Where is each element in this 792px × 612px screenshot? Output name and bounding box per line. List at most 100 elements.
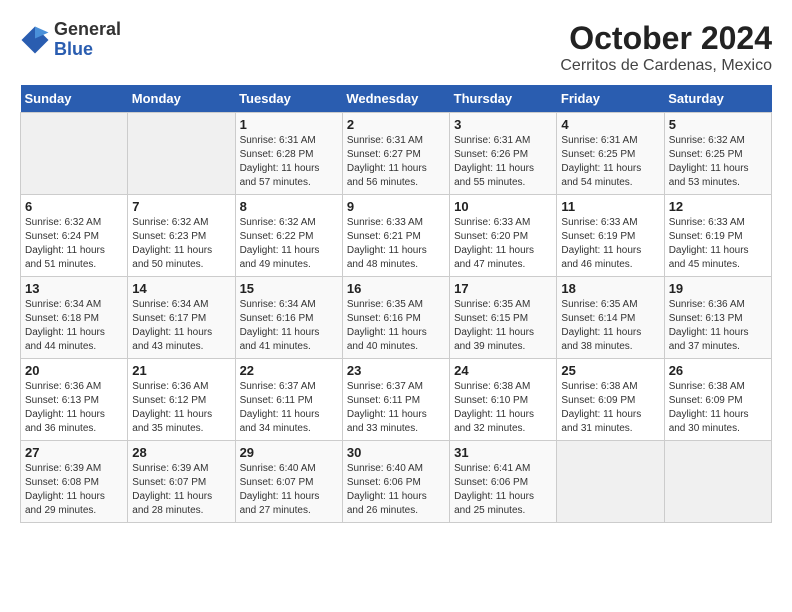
day-info: Sunrise: 6:40 AMSunset: 6:07 PMDaylight:… [240, 462, 338, 518]
calendar-cell: 24 Sunrise: 6:38 AMSunset: 6:10 PMDayligh… [450, 359, 557, 441]
day-info: Sunrise: 6:39 AMSunset: 6:08 PMDaylight:… [25, 462, 123, 518]
day-number: 10 [454, 199, 552, 214]
calendar-cell: 11Sunrise: 6:33 AMSunset: 6:19 PMDayligh… [557, 195, 664, 277]
day-info: Sunrise: 6:35 AMSunset: 6:15 PMDaylight:… [454, 298, 552, 354]
calendar-week-row: 1 Sunrise: 6:31 AMSunset: 6:28 PMDaylight… [21, 113, 772, 195]
day-info: Sunrise: 6:34 AMSunset: 6:16 PMDaylight:… [240, 298, 338, 354]
calendar-cell: 6Sunrise: 6:32 AMSunset: 6:24 PMDaylight… [21, 195, 128, 277]
day-number: 23 [347, 363, 445, 378]
day-info: Sunrise: 6:32 AMSunset: 6:25 PMDaylight:… [669, 134, 767, 190]
page-title: October 2024 [560, 20, 772, 57]
weekday-header: Friday [557, 85, 664, 113]
weekday-header: Sunday [21, 85, 128, 113]
calendar-cell: 13 Sunrise: 6:34 AMSunset: 6:18 PMDayligh… [21, 277, 128, 359]
day-number: 16 [347, 281, 445, 296]
day-number: 3 [454, 117, 552, 132]
day-info: Sunrise: 6:35 AMSunset: 6:14 PMDaylight:… [561, 298, 659, 354]
day-number: 12 [669, 199, 767, 214]
calendar-cell: 8 Sunrise: 6:32 AMSunset: 6:22 PMDaylight… [235, 195, 342, 277]
day-info: Sunrise: 6:36 AMSunset: 6:13 PMDaylight:… [25, 380, 123, 436]
calendar-cell [557, 441, 664, 523]
day-info: Sunrise: 6:37 AMSunset: 6:11 PMDaylight:… [240, 380, 338, 436]
day-info: Sunrise: 6:31 AMSunset: 6:25 PMDaylight:… [561, 134, 659, 190]
day-number: 7 [132, 199, 230, 214]
day-info: Sunrise: 6:40 AMSunset: 6:06 PMDaylight:… [347, 462, 445, 518]
day-info: Sunrise: 6:33 AMSunset: 6:20 PMDaylight:… [454, 216, 552, 272]
day-number: 30 [347, 445, 445, 460]
day-info: Sunrise: 6:31 AMSunset: 6:26 PMDaylight:… [454, 134, 552, 190]
day-info: Sunrise: 6:34 AMSunset: 6:17 PMDaylight:… [132, 298, 230, 354]
calendar-week-row: 27 Sunrise: 6:39 AMSunset: 6:08 PMDayligh… [21, 441, 772, 523]
weekday-header: Tuesday [235, 85, 342, 113]
logo: General Blue [20, 20, 121, 60]
calendar-table: SundayMondayTuesdayWednesdayThursdayFrid… [20, 85, 772, 523]
day-number: 24 [454, 363, 552, 378]
calendar-cell: 28Sunrise: 6:39 AMSunset: 6:07 PMDayligh… [128, 441, 235, 523]
calendar-cell: 25 Sunrise: 6:38 AMSunset: 6:09 PMDayligh… [557, 359, 664, 441]
day-info: Sunrise: 6:38 AMSunset: 6:10 PMDaylight:… [454, 380, 552, 436]
calendar-cell: 15 Sunrise: 6:34 AMSunset: 6:16 PMDayligh… [235, 277, 342, 359]
calendar-cell: 2Sunrise: 6:31 AMSunset: 6:27 PMDaylight… [342, 113, 449, 195]
logo-icon [20, 25, 50, 55]
calendar-cell: 20 Sunrise: 6:36 AMSunset: 6:13 PMDayligh… [21, 359, 128, 441]
day-number: 25 [561, 363, 659, 378]
logo-line1: General [54, 20, 121, 40]
day-info: Sunrise: 6:33 AMSunset: 6:21 PMDaylight:… [347, 216, 445, 272]
day-number: 15 [240, 281, 338, 296]
calendar-cell: 21Sunrise: 6:36 AMSunset: 6:12 PMDayligh… [128, 359, 235, 441]
day-number: 2 [347, 117, 445, 132]
calendar-cell: 23 Sunrise: 6:37 AMSunset: 6:11 PMDayligh… [342, 359, 449, 441]
day-info: Sunrise: 6:37 AMSunset: 6:11 PMDaylight:… [347, 380, 445, 436]
day-info: Sunrise: 6:33 AMSunset: 6:19 PMDaylight:… [669, 216, 767, 272]
day-number: 8 [240, 199, 338, 214]
day-number: 31 [454, 445, 552, 460]
day-number: 14 [132, 281, 230, 296]
calendar-cell: 19Sunrise: 6:36 AMSunset: 6:13 PMDayligh… [664, 277, 771, 359]
calendar-cell: 9 Sunrise: 6:33 AMSunset: 6:21 PMDaylight… [342, 195, 449, 277]
calendar-cell: 16 Sunrise: 6:35 AMSunset: 6:16 PMDayligh… [342, 277, 449, 359]
calendar-cell: 17 Sunrise: 6:35 AMSunset: 6:15 PMDayligh… [450, 277, 557, 359]
day-number: 20 [25, 363, 123, 378]
calendar-cell: 5 Sunrise: 6:32 AMSunset: 6:25 PMDaylight… [664, 113, 771, 195]
day-info: Sunrise: 6:31 AMSunset: 6:28 PMDaylight:… [240, 134, 338, 190]
calendar-week-row: 6Sunrise: 6:32 AMSunset: 6:24 PMDaylight… [21, 195, 772, 277]
calendar-cell: 22 Sunrise: 6:37 AMSunset: 6:11 PMDayligh… [235, 359, 342, 441]
day-info: Sunrise: 6:35 AMSunset: 6:16 PMDaylight:… [347, 298, 445, 354]
day-number: 18 [561, 281, 659, 296]
calendar-cell: 18 Sunrise: 6:35 AMSunset: 6:14 PMDayligh… [557, 277, 664, 359]
day-number: 17 [454, 281, 552, 296]
logo-line2: Blue [54, 40, 121, 60]
day-number: 1 [240, 117, 338, 132]
page-subtitle: Cerritos de Cardenas, Mexico [560, 57, 772, 75]
day-number: 5 [669, 117, 767, 132]
day-number: 21 [132, 363, 230, 378]
calendar-cell: 3 Sunrise: 6:31 AMSunset: 6:26 PMDaylight… [450, 113, 557, 195]
calendar-cell: 14 Sunrise: 6:34 AMSunset: 6:17 PMDayligh… [128, 277, 235, 359]
calendar-cell: 10 Sunrise: 6:33 AMSunset: 6:20 PMDayligh… [450, 195, 557, 277]
calendar-cell: 29Sunrise: 6:40 AMSunset: 6:07 PMDayligh… [235, 441, 342, 523]
day-number: 9 [347, 199, 445, 214]
day-info: Sunrise: 6:38 AMSunset: 6:09 PMDaylight:… [669, 380, 767, 436]
calendar-cell: 27 Sunrise: 6:39 AMSunset: 6:08 PMDayligh… [21, 441, 128, 523]
day-info: Sunrise: 6:32 AMSunset: 6:22 PMDaylight:… [240, 216, 338, 272]
day-number: 13 [25, 281, 123, 296]
calendar-cell [664, 441, 771, 523]
calendar-cell: 4 Sunrise: 6:31 AMSunset: 6:25 PMDaylight… [557, 113, 664, 195]
day-info: Sunrise: 6:38 AMSunset: 6:09 PMDaylight:… [561, 380, 659, 436]
calendar-cell: 30 Sunrise: 6:40 AMSunset: 6:06 PMDayligh… [342, 441, 449, 523]
day-number: 4 [561, 117, 659, 132]
day-info: Sunrise: 6:36 AMSunset: 6:13 PMDaylight:… [669, 298, 767, 354]
weekday-header: Saturday [664, 85, 771, 113]
calendar-cell: 7Sunrise: 6:32 AMSunset: 6:23 PMDaylight… [128, 195, 235, 277]
calendar-cell: 12 Sunrise: 6:33 AMSunset: 6:19 PMDayligh… [664, 195, 771, 277]
day-info: Sunrise: 6:33 AMSunset: 6:19 PMDaylight:… [561, 216, 659, 272]
day-number: 27 [25, 445, 123, 460]
weekday-header-row: SundayMondayTuesdayWednesdayThursdayFrid… [21, 85, 772, 113]
title-block: October 2024 Cerritos de Cardenas, Mexic… [560, 20, 772, 75]
day-info: Sunrise: 6:32 AMSunset: 6:24 PMDaylight:… [25, 216, 123, 272]
day-number: 22 [240, 363, 338, 378]
day-info: Sunrise: 6:34 AMSunset: 6:18 PMDaylight:… [25, 298, 123, 354]
calendar-cell [128, 113, 235, 195]
day-info: Sunrise: 6:39 AMSunset: 6:07 PMDaylight:… [132, 462, 230, 518]
weekday-header: Thursday [450, 85, 557, 113]
